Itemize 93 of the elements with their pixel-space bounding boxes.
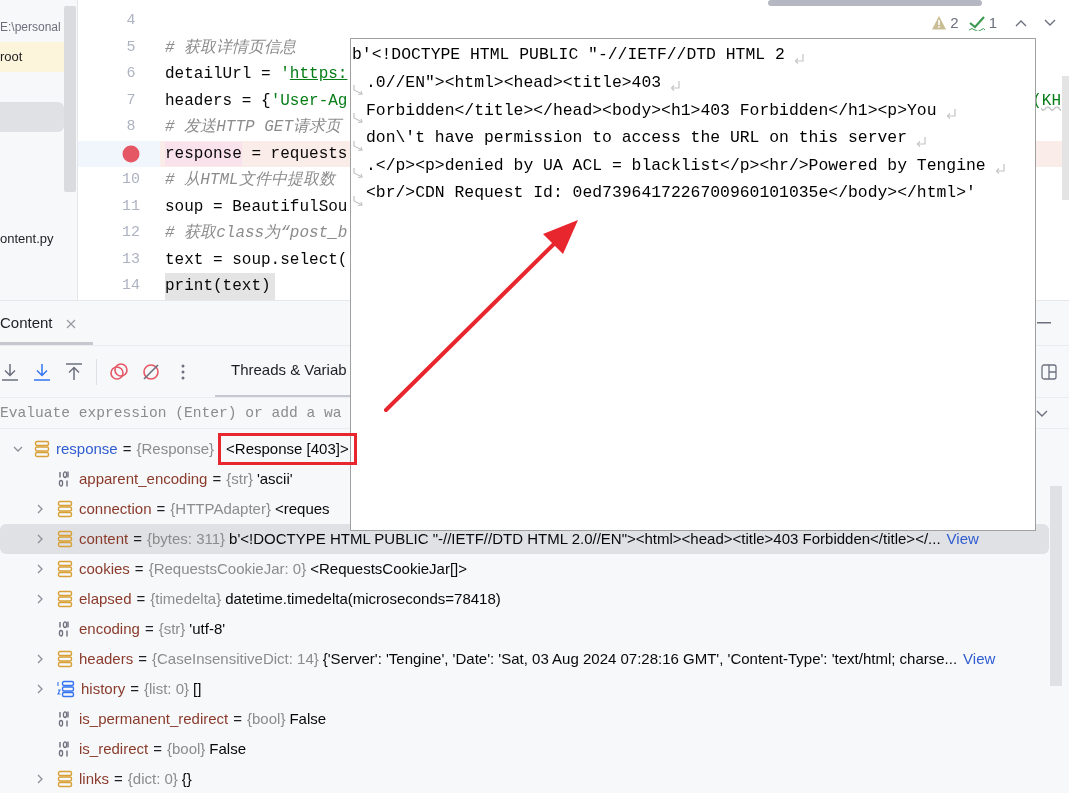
variable-row[interactable]: elapsed = {timedelta} datetime.timedelta(microseconds=78418)	[0, 584, 1069, 614]
object-icon	[57, 590, 73, 608]
variable-text: apparent_encoding = {str}	[79, 468, 253, 489]
code-line: response = requests	[165, 140, 348, 167]
variable-value: {'Server': 'Tengine', 'Date': 'Sat, 03 Aug 2024 07:28:16 GMT', 'Content-Type': 'text/html; charse...	[322, 648, 958, 669]
line-number: 7	[126, 90, 136, 111]
code-line: detailUrl = 'https:	[165, 64, 348, 86]
object-icon	[57, 500, 73, 518]
line-number: 11	[122, 196, 140, 217]
value-text: Forbidden</title></head><body><h1>403 Forbidden</h1><p>You	[366, 99, 937, 122]
variable-text: connection = {HTTPAdapter}	[79, 498, 271, 519]
highlighted-value: <Response [403]>	[218, 432, 357, 466]
force-step-into-icon	[32, 361, 52, 382]
scrollbar[interactable]	[1050, 486, 1062, 686]
step-out-icon	[64, 361, 84, 382]
variable-row[interactable]: is_redirect = {bool} False	[0, 734, 1069, 764]
line-number: 4	[126, 11, 136, 31]
variable-text: headers = {CaseInsensitiveDict: 14}	[79, 648, 319, 669]
value-text: .</p><p>denied by UA ACL = blacklist</p><hr/>Powered by Tengine	[366, 154, 986, 177]
breakpoint-icon	[122, 144, 140, 163]
variable-row[interactable]: history = {list: 0} []	[0, 674, 1069, 704]
warning-icon	[931, 15, 948, 32]
value-text: .0//EN"><html><head><title>403	[366, 72, 662, 95]
code-line: # 获取class为“post_b	[165, 222, 348, 245]
value-text: don\'t have permission to access the URL on this server	[366, 127, 907, 150]
value-text: <br/>CDN Request Id: 0ed7396417226700960101035e</body></html>'	[366, 182, 976, 205]
code-line: text = soup.select(	[165, 249, 348, 271]
minimize-icon	[1037, 321, 1051, 325]
line-number: 10	[122, 170, 140, 190]
variable-text: history = {list: 0}	[81, 678, 189, 699]
view-link[interactable]: View	[963, 647, 996, 671]
variable-value: {}	[181, 768, 192, 789]
step-into-icon	[0, 361, 20, 382]
scrollbar[interactable]	[768, 0, 982, 6]
variable-text: content = {bytes: 311}	[79, 528, 226, 549]
variable-row[interactable]: apparent_encoding = {str} 'ascii'	[0, 464, 1069, 494]
warning-count: 2	[950, 13, 959, 33]
layout-icon	[1041, 364, 1057, 380]
code-line: soup = BeautifulSou	[165, 196, 348, 218]
check-icon	[967, 15, 986, 32]
variable-text: is_redirect = {bool}	[79, 738, 206, 759]
view-link[interactable]: View	[946, 527, 979, 551]
variable-value: datetime.timedelta(microseconds=78418)	[225, 588, 501, 609]
object-icon	[57, 770, 73, 788]
passed-count: 1	[988, 13, 997, 33]
variable-value: 'utf-8'	[189, 618, 226, 639]
scrollbar[interactable]	[64, 6, 76, 192]
variable-text: encoding = {str}	[79, 618, 186, 639]
variable-text: is_permanent_redirect = {bool}	[79, 708, 286, 729]
variable-row[interactable]: response = {Response} <Response [403]>	[0, 434, 1069, 464]
object-icon	[57, 650, 73, 668]
tree-row[interactable]: root	[0, 42, 64, 72]
mute-breakpoints-icon	[141, 361, 161, 382]
variable-text: response = {Response}	[56, 438, 215, 459]
variable-value: 'ascii'	[256, 468, 293, 489]
line-number: 6	[126, 64, 136, 84]
value-text: b'<!DOCTYPE HTML PUBLIC "-//IETF//DTD HTML 2	[352, 44, 785, 67]
code-line: # 从HTML文件中提取数	[165, 169, 335, 192]
variable-text: links = {dict: 0}	[79, 768, 178, 789]
variable-value: False	[289, 708, 327, 729]
view-breakpoints-icon	[109, 361, 129, 382]
line-number: 5	[126, 37, 136, 58]
variable-row[interactable]: is_permanent_redirect = {bool} False	[0, 704, 1069, 734]
variable-text: cookies = {RequestsCookieJar: 0}	[79, 558, 307, 579]
list-icon	[57, 680, 75, 698]
variable-value: <reques	[274, 498, 330, 519]
close-icon	[64, 317, 77, 330]
variable-row[interactable]: headers = {CaseInsensitiveDict: 14} {'Server': 'Tengine', 'Date': 'Sat, 03 Aug 2024 07:28:16 GMT', 'Content-Type': 'text/html; charse... View	[0, 644, 1069, 674]
variable-row[interactable]: connection = {HTTPAdapter} <reques	[0, 494, 1069, 524]
line-number: 12	[122, 223, 140, 243]
tree-item-label[interactable]: E:\personal	[0, 12, 64, 42]
variable-row[interactable]: encoding = {str} 'utf-8'	[0, 614, 1069, 644]
object-icon	[34, 440, 50, 458]
line-number: 13	[122, 249, 140, 270]
line-number: 14	[122, 276, 140, 296]
code-line: headers = {'User-Ag	[165, 90, 348, 112]
variable-value: <RequestsCookieJar[]>	[310, 558, 467, 579]
variable-value: []	[193, 678, 202, 699]
variable-row[interactable]: links = {dict: 0} {}	[0, 764, 1069, 793]
variable-value: False	[209, 738, 247, 759]
variable-text: elapsed = {timedelta}	[79, 588, 222, 609]
tree-item-label[interactable]: ontent.py	[0, 224, 64, 254]
scrollbar[interactable]	[1062, 76, 1069, 200]
object-icon	[57, 560, 73, 578]
code-line: # 获取详情页信息	[165, 37, 297, 59]
line-number: 8	[126, 117, 136, 137]
variable-row[interactable]: cookies = {RequestsCookieJar: 0} <RequestsCookieJar[]>	[0, 554, 1069, 584]
variable-value: b'<!DOCTYPE HTML PUBLIC "-//IETF//DTD HTML 2.0//EN"><html><head><title>403 Forbidden</title></...	[229, 528, 941, 549]
chevron-up-icon	[1014, 18, 1028, 29]
debugger-tab[interactable]: Content	[0, 305, 93, 345]
evaluate-field[interactable]: Evaluate expression (Enter) or add a wa	[0, 398, 350, 428]
tree-row[interactable]	[0, 102, 64, 132]
object-icon	[57, 530, 73, 548]
